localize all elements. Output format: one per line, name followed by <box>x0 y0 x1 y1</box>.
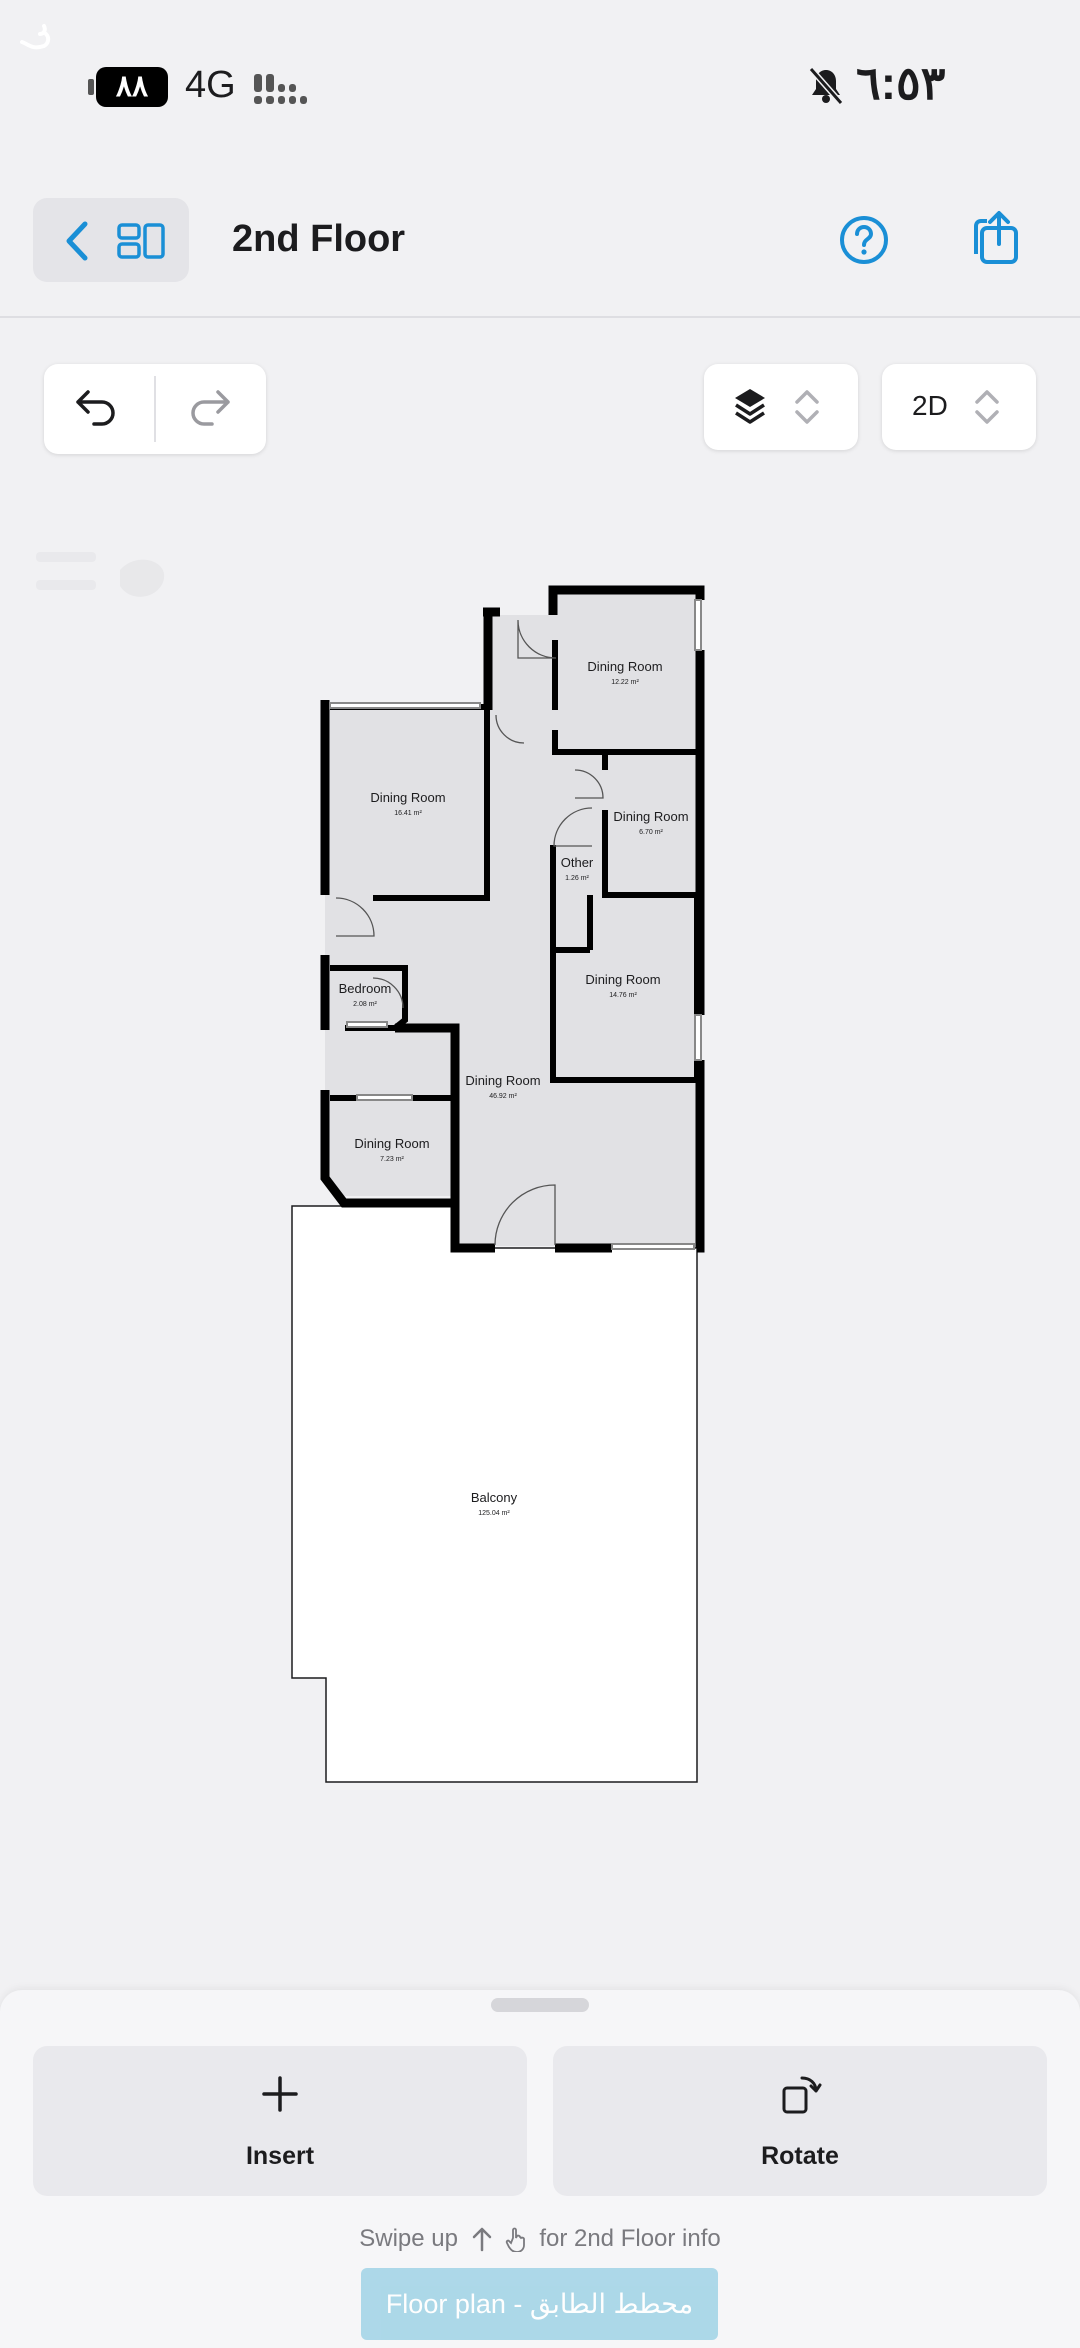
app-glyph-icon <box>20 24 51 50</box>
share-icon[interactable] <box>966 210 1022 268</box>
page-title: 2nd Floor <box>232 218 406 260</box>
swipe-hint: Swipe up for 2nd Floor info <box>0 2224 1080 2253</box>
rotate-button[interactable]: Rotate <box>553 2046 1047 2196</box>
hand-pointer-icon <box>505 2227 525 2252</box>
signal-icon <box>254 74 307 104</box>
room-area: 6.70 m² <box>639 829 663 836</box>
floor-plan-drawing: Dining Room 12.22 m² Dining Room 16.41 m… <box>291 585 705 1783</box>
room-area: 46.92 m² <box>489 1093 517 1100</box>
hint-text-pre: Swipe up <box>359 2224 458 2252</box>
bottom-sheet[interactable]: Insert Rotate Swipe up for 2nd Floor inf… <box>0 1990 1080 2348</box>
room-area: 16.41 m² <box>394 810 422 817</box>
back-chevron-icon <box>66 221 88 261</box>
floor-plan-canvas[interactable]: 2D Dining Room 12.22 m² Dining Room 16.4… <box>0 320 1080 1990</box>
room-area: 1.26 m² <box>565 875 589 882</box>
back-floors-button[interactable] <box>33 198 189 282</box>
insert-label: Insert <box>245 2142 315 2170</box>
room-area: 125.04 m² <box>478 1510 510 1517</box>
help-icon[interactable] <box>838 214 890 266</box>
room-name: Dining Room <box>465 1073 540 1088</box>
status-bar: ٨٨ 4G ٦:٥٣ <box>0 0 1080 180</box>
room-area: 14.76 m² <box>609 992 637 999</box>
battery-indicator: ٨٨ <box>88 67 168 107</box>
room-name: Dining Room <box>354 1136 429 1151</box>
network-type: 4G <box>185 64 236 106</box>
room-name: Dining Room <box>585 972 660 987</box>
room-name: Dining Room <box>613 809 688 824</box>
room-area: 2.08 m² <box>353 1001 377 1008</box>
sheet-drag-handle[interactable] <box>491 1998 589 2012</box>
room-name: Dining Room <box>370 790 445 805</box>
bell-muted-icon <box>808 67 844 105</box>
room-name: Dining Room <box>587 659 662 674</box>
room-name: Balcony <box>471 1490 518 1505</box>
room-area: 7.23 m² <box>380 1156 404 1163</box>
room-name: Bedroom <box>339 981 392 996</box>
top-bar: 2nd Floor <box>0 180 1080 318</box>
plus-icon <box>262 2076 298 2112</box>
room-name: Other <box>561 855 594 870</box>
insert-button[interactable]: Insert <box>33 2046 527 2196</box>
hint-text-post: for 2nd Floor info <box>539 2224 721 2252</box>
rotate-label: Rotate <box>761 2142 839 2170</box>
arrow-up-icon <box>472 2227 491 2251</box>
floor-plans-icon <box>117 223 165 259</box>
status-time: ٦:٥٣ <box>856 57 946 109</box>
floor-plan-banner: Floor plan - محطط الطابق <box>361 2268 718 2340</box>
rotate-icon <box>782 2076 822 2114</box>
room-area: 12.22 m² <box>611 679 639 686</box>
